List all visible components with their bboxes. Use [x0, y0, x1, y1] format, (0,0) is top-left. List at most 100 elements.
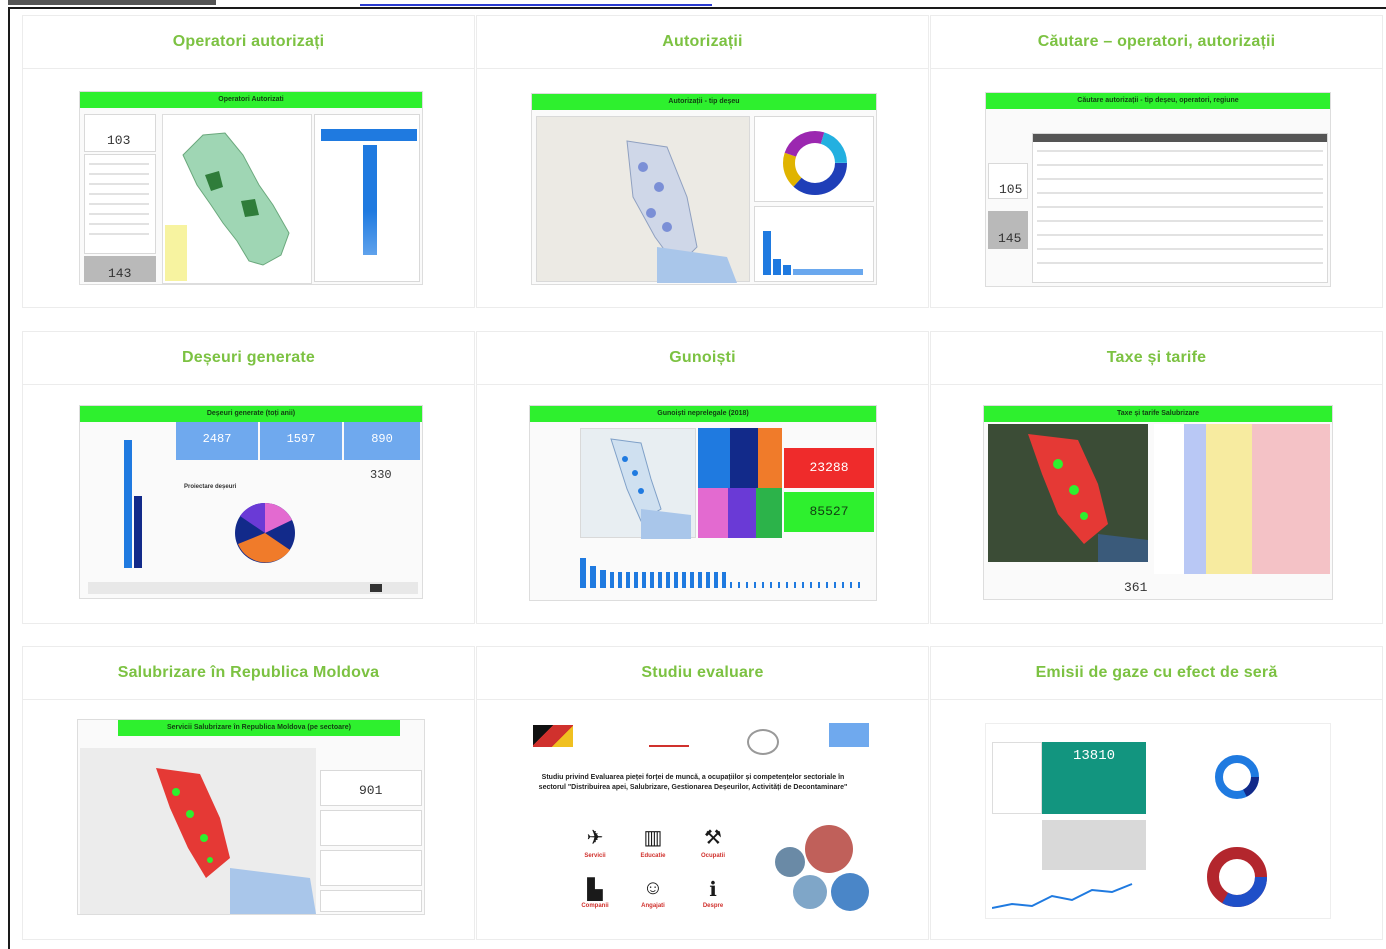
- card-header: Gunoiști: [477, 332, 928, 385]
- dashboard-thumbnail[interactable]: Căutare autorizații - tip deșeu, operato…: [985, 92, 1331, 287]
- kpi-tile: 2487: [176, 422, 258, 460]
- kpi-value: 330: [370, 468, 392, 482]
- kpi-panel: 103: [84, 114, 156, 152]
- donut-panel: [754, 116, 874, 202]
- dashboard-thumbnail[interactable]: Taxe și tarife Salubrizare 361: [983, 405, 1333, 600]
- angajati-icon[interactable]: ☺: [635, 877, 671, 900]
- card-header: Autorizații: [477, 16, 928, 69]
- photo-collage: [775, 825, 871, 915]
- card-title[interactable]: Studiu evaluare: [641, 664, 763, 682]
- card-title[interactable]: Taxe și tarife: [1107, 349, 1206, 367]
- servicii-icon[interactable]: ✈: [577, 825, 613, 850]
- icon-label[interactable]: Educatie: [627, 853, 679, 859]
- authorizations-map: [626, 140, 737, 283]
- card-autorizatii[interactable]: Autorizații Autorizații - tip deșeu: [476, 15, 929, 308]
- kpi-value: 103: [107, 133, 131, 148]
- top-strip-bar: [8, 0, 216, 5]
- dashboard-thumbnail[interactable]: Servicii Salubrizare în Republica Moldov…: [77, 719, 425, 915]
- kpi-tile: 1597: [260, 422, 342, 460]
- card-gunoisti[interactable]: Gunoiști Gunoiști neprelegale (2018) 232…: [476, 331, 929, 624]
- dashboard-thumbnail[interactable]: Deșeuri generate (toți anii) 2487 1597 8…: [79, 405, 423, 599]
- thumbnail-title-bar: Deșeuri generate (toți anii): [80, 406, 422, 422]
- card-studiu-evaluare[interactable]: Studiu evaluare Studiu privind Evaluarea…: [476, 646, 929, 940]
- card-header: Salubrizare în Republica Moldova: [23, 647, 474, 700]
- kpi-tile-green: 85527: [784, 492, 874, 532]
- kpi-panel-gray: 145: [988, 211, 1028, 249]
- thumbnail-title: Gunoiști neprelegale (2018): [657, 410, 749, 417]
- dashboard-thumbnail[interactable]: Gunoiști neprelegale (2018) 23288 85527: [529, 405, 877, 601]
- study-thumbnail[interactable]: Studiu privind Evaluarea pieței forței d…: [529, 721, 875, 921]
- educatie-icon[interactable]: ▥: [635, 825, 671, 850]
- kpi-value: 901: [359, 783, 383, 798]
- kpi-tile-red: 23288: [784, 448, 874, 488]
- thumbnail-title-bar: Căutare autorizații - tip deșeu, operato…: [986, 93, 1330, 109]
- card-title[interactable]: Autorizații: [662, 33, 742, 51]
- thumbnail-title-bar: Gunoiști neprelegale (2018): [530, 406, 876, 422]
- kpi-panel: 901: [320, 770, 422, 806]
- icon-label[interactable]: Ocupatii: [687, 853, 739, 859]
- ocupatii-icon[interactable]: ⚒: [695, 825, 731, 850]
- card-title[interactable]: Gunoiști: [669, 349, 735, 367]
- icon-label[interactable]: Angajati: [627, 903, 679, 909]
- kpi-tile: 890: [344, 422, 420, 460]
- treemap: [698, 428, 782, 538]
- kpi-panel: 105: [988, 163, 1028, 199]
- kpi-panel-gray: 143: [84, 256, 156, 282]
- thumbnail-title: Deșeuri generate (toți anii): [206, 410, 296, 417]
- kpi-value: 145: [998, 231, 1022, 246]
- filter-panel: [320, 850, 422, 886]
- card-header: Studiu evaluare: [477, 647, 928, 700]
- card-operatori-autorizati[interactable]: Operatori autorizați Operatori Autorizat…: [22, 15, 475, 308]
- thumbnail-title-bar: Taxe și tarife Salubrizare: [984, 406, 1332, 422]
- map-panel: [162, 114, 312, 284]
- card-salubrizare[interactable]: Salubrizare în Republica Moldova Servici…: [22, 646, 475, 940]
- card-header: Emisii de gaze cu efect de seră: [931, 647, 1382, 700]
- satellite-map: [988, 424, 1148, 562]
- card-header: Taxe și tarife: [931, 332, 1382, 385]
- card-title[interactable]: Emisii de gaze cu efect de seră: [1036, 664, 1278, 682]
- pie-title: Proiectare deșeuri: [184, 484, 237, 490]
- thumbnail-title: Servicii Salubrizare în Republica Moldov…: [166, 724, 351, 731]
- card-taxe-tarife[interactable]: Taxe și tarife Taxe și tarife Salubrizar…: [930, 331, 1383, 624]
- card-header: Căutare – operatori, autorizații: [931, 16, 1382, 69]
- donut-small: [1215, 755, 1259, 799]
- dashboard-thumbnail[interactable]: 13810: [985, 723, 1331, 919]
- dashboard-thumbnail[interactable]: Operatori Autorizati 103 143: [79, 91, 423, 285]
- kpi-value: 361: [1124, 580, 1148, 595]
- donut-large: [1207, 847, 1267, 907]
- thumbnail-title: Autorizații - tip deșeu: [668, 98, 740, 105]
- thumbnail-title-bar: Servicii Salubrizare în Republica Moldov…: [118, 720, 400, 736]
- card-header: Operatori autorizați: [23, 16, 474, 69]
- map-panel: [580, 428, 696, 539]
- donut-chart: [783, 131, 847, 195]
- icon-label[interactable]: Despre: [687, 903, 739, 909]
- thumbnail-title: Operatori Autorizati: [218, 96, 284, 103]
- card-title[interactable]: Căutare – operatori, autorizații: [1038, 33, 1276, 51]
- bar-strip: [580, 556, 870, 590]
- filter-panel: [320, 890, 422, 912]
- card-emisii-gaze[interactable]: Emisii de gaze cu efect de seră 13810: [930, 646, 1383, 940]
- icon-label[interactable]: Companii: [569, 903, 621, 909]
- emissions-line: [992, 883, 1133, 909]
- card-title[interactable]: Deșeuri generate: [182, 349, 315, 367]
- map-panel: [536, 116, 750, 283]
- companii-icon[interactable]: ▙: [577, 877, 613, 902]
- study-description: Studiu privind Evaluarea pieței forței d…: [538, 774, 848, 791]
- icon-label[interactable]: Servicii: [569, 853, 621, 859]
- thumbnail-title-bar: Operatori Autorizati: [80, 92, 422, 108]
- card-title[interactable]: Salubrizare în Republica Moldova: [118, 664, 380, 682]
- card-cautare[interactable]: Căutare – operatori, autorizații Căutare…: [930, 15, 1383, 308]
- dashboard-thumbnail[interactable]: Autorizații - tip deșeu: [531, 93, 877, 285]
- card-deseuri-generate[interactable]: Deșeuri generate Deșeuri generate (toți …: [22, 331, 475, 624]
- despre-icon[interactable]: ℹ: [695, 877, 731, 902]
- card-title[interactable]: Operatori autorizați: [173, 33, 325, 51]
- table-panel: [1032, 133, 1328, 283]
- kpi-value: 105: [999, 182, 1023, 197]
- map-panel: [80, 748, 316, 914]
- list-panel: [84, 154, 156, 254]
- bar-panel: [754, 206, 874, 282]
- thumbnail-title: Taxe și tarife Salubrizare: [1117, 410, 1199, 417]
- kpi-tile-teal: 13810: [1042, 742, 1146, 814]
- top-strip-link[interactable]: [360, 0, 712, 6]
- landfill-map: [610, 438, 691, 539]
